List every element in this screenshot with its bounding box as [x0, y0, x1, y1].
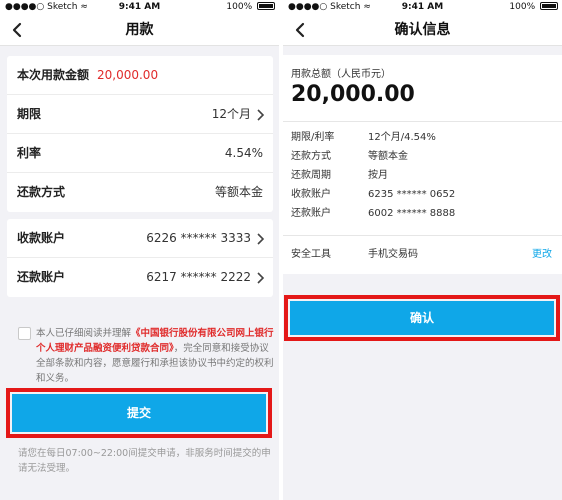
- loan-details-card: 本次用款金额 20,000.00 期限 12个月 利率 4.54% 还款方式 等…: [7, 56, 273, 212]
- battery-icon: [257, 2, 275, 10]
- rate-label: 利率: [17, 146, 42, 160]
- rate-value: 4.54%: [224, 146, 263, 160]
- info-key: 还款账户: [291, 208, 331, 219]
- amount-value: 20,000.00: [97, 68, 159, 82]
- page-title: 用款: [125, 22, 154, 38]
- battery-percent: 100%: [509, 2, 536, 12]
- service-hours-note: 请您在每日07:00~22:00间提交申请，非服务时间提交的申请无法受理。: [18, 448, 271, 474]
- info-value: 6002 ****** 8888: [368, 208, 456, 219]
- term-rate-row: 期限/利率 12个月/4.54%: [291, 129, 556, 147]
- term-label: 期限: [17, 107, 42, 121]
- loan-screen: ●●●●○ Sketch ≈ 9:41 AM 100% 用款 本次用款金额 20…: [0, 0, 279, 500]
- confirm-button[interactable]: 确认: [290, 301, 554, 335]
- info-value: 按月: [368, 170, 388, 181]
- info-key: 期限/利率: [291, 132, 335, 143]
- repay-method-row: 还款方式 等额本金: [7, 173, 273, 212]
- chevron-right-icon: [257, 272, 265, 284]
- nav-bar: 用款: [0, 14, 279, 46]
- page-title: 确认信息: [394, 22, 451, 38]
- chevron-right-icon: [257, 233, 265, 245]
- agreement-checkbox[interactable]: [18, 327, 31, 340]
- term-row[interactable]: 期限 12个月: [7, 95, 273, 134]
- submit-button[interactable]: 提交: [12, 394, 266, 432]
- total-amount-value: 20,000.00: [291, 82, 415, 107]
- amount-row: 本次用款金额 20,000.00: [7, 56, 273, 95]
- repay-account-row[interactable]: 还款账户 6217 ****** 2222: [7, 258, 273, 297]
- status-bar: ●●●●○ Sketch ≈ 9:41 AM 100%: [0, 0, 279, 14]
- rate-row: 利率 4.54%: [7, 134, 273, 173]
- receive-account-label: 收款账户: [17, 231, 66, 245]
- agreement-text: 本人已仔细阅读并理解《中国银行股份有限公司网上银行个人理财产品融资便利贷款合同》…: [36, 326, 274, 386]
- battery-percent: 100%: [226, 2, 253, 12]
- repay-method-row: 还款方式 等额本金: [291, 148, 556, 166]
- chevron-right-icon: [257, 109, 265, 121]
- battery-indicator: 100%: [509, 0, 558, 14]
- battery-icon: [540, 2, 558, 10]
- status-bar: ●●●●○ Sketch ≈ 9:41 AM 100%: [283, 0, 562, 14]
- agreement-prefix: 本人已仔细阅读并理解: [36, 328, 132, 339]
- security-tool-value: 手机交易码: [368, 249, 418, 260]
- total-amount-label: 用款总额（人民币元）: [291, 69, 391, 80]
- info-value: 等额本金: [368, 151, 408, 162]
- divider: [283, 121, 562, 122]
- divider: [283, 235, 562, 236]
- info-key: 还款方式: [291, 151, 331, 162]
- repay-cycle-row: 还款周期 按月: [291, 167, 556, 185]
- repay-account-label: 还款账户: [17, 270, 66, 284]
- info-value: 12个月/4.54%: [368, 132, 436, 143]
- receive-account-value: 6226 ****** 3333: [146, 231, 251, 245]
- info-value: 6235 ****** 0652: [368, 189, 456, 200]
- repay-method-label: 还款方式: [17, 185, 66, 199]
- confirm-screen: ●●●●○ Sketch ≈ 9:41 AM 100% 确认信息 用款总额（人民…: [283, 0, 562, 500]
- battery-indicator: 100%: [226, 0, 275, 14]
- repay-account-value: 6217 ****** 2222: [146, 270, 251, 284]
- receive-account-row[interactable]: 收款账户 6226 ****** 3333: [7, 219, 273, 258]
- amount-label: 本次用款金额: [17, 68, 90, 82]
- info-key: 还款周期: [291, 170, 331, 181]
- change-link[interactable]: 更改: [532, 246, 552, 264]
- accounts-card: 收款账户 6226 ****** 3333 还款账户 6217 ****** 2…: [7, 219, 273, 297]
- info-key: 收款账户: [291, 189, 331, 200]
- term-value: 12个月: [211, 107, 251, 121]
- security-tool-label: 安全工具: [291, 249, 331, 260]
- confirm-card: 用款总额（人民币元） 20,000.00 期限/利率 12个月/4.54% 还款…: [283, 55, 562, 274]
- repay-account-row: 还款账户 6002 ****** 8888: [291, 205, 556, 223]
- security-tool-row: 安全工具 手机交易码 更改: [291, 246, 556, 264]
- repay-method-value: 等额本金: [214, 185, 263, 199]
- nav-bar: 确认信息: [283, 14, 562, 46]
- receive-account-row: 收款账户 6235 ****** 0652: [291, 186, 556, 204]
